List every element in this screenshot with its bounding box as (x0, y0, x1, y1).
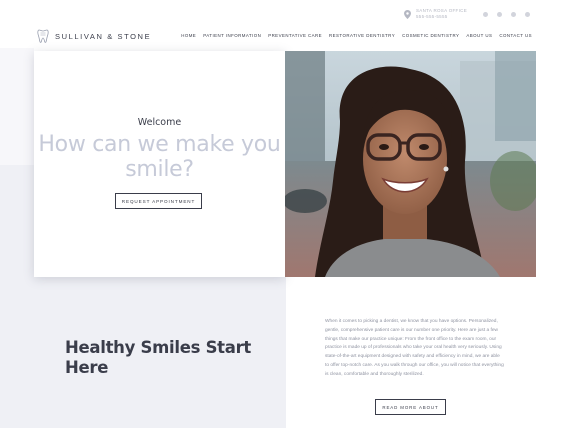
office-phone[interactable]: 555-555-5555 (416, 14, 467, 20)
office-location[interactable]: SANTA ROSA OFFICE 555-555-5555 (404, 8, 467, 20)
nav-home[interactable]: HOME (181, 33, 196, 38)
section-heading: Healthy Smiles Start Here (65, 338, 251, 377)
hero-card: Welcome How can we make you smile? REQUE… (34, 51, 285, 277)
facebook-icon[interactable] (483, 11, 488, 17)
main-nav: HOME PATIENT INFORMATION PREVENTATIVE CA… (181, 33, 532, 38)
background-panel-top (0, 48, 34, 165)
read-more-button[interactable]: READ MORE ABOUT (375, 399, 446, 415)
map-pin-icon (404, 10, 411, 19)
hero-title: How can we make you smile? (38, 132, 281, 182)
brand-name: SULLIVAN & STONE (55, 31, 152, 41)
top-bar: SANTA ROSA OFFICE 555-555-5555 (404, 8, 530, 20)
nav-cosmetic-dentistry[interactable]: COSMETIC DENTISTRY (402, 33, 459, 38)
instagram-icon[interactable] (497, 11, 502, 17)
nav-restorative-dentistry[interactable]: RESTORATIVE DENTISTRY (329, 33, 395, 38)
intro-paragraph: When it comes to picking a dentist, we k… (325, 319, 504, 377)
request-appointment-button[interactable]: REQUEST APPOINTMENT (115, 193, 202, 209)
smiling-woman-photo (285, 51, 536, 277)
nav-patient-information[interactable]: PATIENT INFORMATION (203, 33, 261, 38)
social-links (483, 11, 530, 17)
hero-photo (285, 51, 536, 277)
google-icon[interactable] (525, 11, 530, 17)
nav-contact-us[interactable]: CONTACT US (499, 33, 532, 38)
nav-about-us[interactable]: ABOUT US (466, 33, 492, 38)
nav-preventative-care[interactable]: PREVENTATIVE CARE (268, 33, 322, 38)
hero-welcome: Welcome (137, 117, 182, 128)
yelp-icon[interactable] (511, 11, 516, 17)
tooth-icon (37, 29, 49, 43)
brand-logo[interactable]: SULLIVAN & STONE (37, 28, 151, 44)
